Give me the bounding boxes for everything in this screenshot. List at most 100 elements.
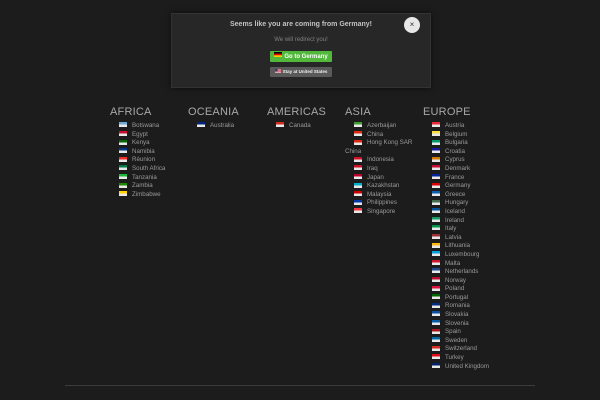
country-link[interactable]: Norway	[423, 277, 489, 286]
country-name: Italy	[445, 225, 457, 233]
flag-icon	[354, 208, 362, 214]
flag-icon	[432, 156, 440, 162]
country-link[interactable]: Belgium	[423, 131, 489, 140]
country-link[interactable]: Iceland	[423, 208, 489, 217]
country-link[interactable]: Lithuania	[423, 242, 489, 251]
country-link[interactable]: Latvia	[423, 234, 489, 243]
country-link[interactable]: United Kingdom	[423, 363, 489, 372]
country-name: Australia	[210, 122, 235, 129]
go-to-germany-button[interactable]: Go to Germany	[270, 51, 332, 62]
country-name: Ireland	[445, 216, 464, 224]
country-link[interactable]: Zimbabwe	[110, 191, 165, 200]
flag-icon	[432, 148, 440, 154]
country-link[interactable]: Romania	[423, 302, 489, 311]
country-link[interactable]: Slovenia	[423, 320, 489, 329]
column-oceania: OCEANIA Australia	[188, 104, 239, 131]
country-link[interactable]: France	[423, 174, 489, 183]
region-heading-africa: AFRICA	[110, 106, 152, 118]
flag-icon	[119, 182, 127, 188]
flag-icon	[432, 311, 440, 317]
country-link[interactable]: Cyprus	[423, 156, 489, 165]
country-name: Netherlands	[445, 268, 479, 276]
country-name: Germany	[445, 182, 471, 190]
country-link[interactable]: Malta	[423, 260, 489, 269]
go-button-label: Go to Germany	[284, 54, 328, 61]
country-link[interactable]: Sweden	[423, 337, 489, 346]
country-name: Azerbaijan	[367, 122, 397, 129]
country-link[interactable]: South Africa	[110, 165, 165, 174]
country-link[interactable]: Namibia	[110, 148, 165, 157]
country-link[interactable]: Denmark	[423, 165, 489, 174]
country-name: Botswana	[132, 122, 160, 129]
flag-icon	[197, 122, 205, 128]
flag-icon	[432, 345, 440, 351]
stay-button-label: Stay at United States	[282, 69, 328, 75]
flag-icon	[119, 173, 127, 179]
country-name: Poland	[445, 285, 465, 293]
country-link[interactable]: Tanzania	[110, 174, 165, 183]
country-link[interactable]: Azerbaijan	[345, 122, 412, 131]
country-link[interactable]: Austria	[423, 122, 489, 131]
country-link[interactable]: Luxembourg	[423, 251, 489, 260]
country-name: Switzerland	[445, 345, 477, 353]
country-name: Slovakia	[445, 311, 469, 319]
country-link[interactable]: Iraq	[345, 165, 412, 174]
country-link[interactable]: Malaysia	[345, 191, 412, 200]
country-name: Spain	[445, 328, 461, 336]
country-link[interactable]: Botswana	[110, 122, 165, 131]
country-link[interactable]: Germany	[423, 182, 489, 191]
country-link[interactable]: Hong Kong SAR	[345, 139, 412, 148]
flag-icon	[432, 242, 440, 248]
country-link[interactable]: Zambia	[110, 182, 165, 191]
country-link[interactable]: Italy	[423, 225, 489, 234]
country-name: Slovenia	[445, 319, 469, 327]
region-heading-oceania: OCEANIA	[188, 106, 239, 118]
column-europe: EUROPE Austria Belgium Bulgaria Croatia Cypr…	[423, 104, 489, 371]
country-link[interactable]: Croatia	[423, 148, 489, 157]
country-link[interactable]: Slovakia	[423, 311, 489, 320]
flag-icon	[432, 277, 440, 283]
region-heading-americas: AMERICAS	[267, 106, 327, 118]
country-link[interactable]: Réunion	[110, 156, 165, 165]
country-link[interactable]: Kenya	[110, 139, 165, 148]
country-name: Latvia	[445, 233, 462, 241]
country-link[interactable]: Greece	[423, 191, 489, 200]
country-name: Luxembourg	[445, 250, 480, 258]
country-name: Canada	[289, 122, 311, 129]
country-link[interactable]: Hungary	[423, 199, 489, 208]
flag-icon	[119, 191, 127, 197]
country-link[interactable]: Japan	[345, 174, 412, 183]
country-link[interactable]: Switzerland	[423, 345, 489, 354]
flag-icon	[354, 199, 362, 205]
country-link[interactable]: Kazakhstan	[345, 182, 412, 191]
country-link[interactable]: Turkey	[423, 354, 489, 363]
country-link[interactable]: Singapore	[345, 208, 412, 217]
close-modal-button[interactable]: ×	[404, 17, 420, 33]
region-heading-asia: ASIA	[345, 106, 371, 118]
country-link[interactable]: Spain	[423, 328, 489, 337]
country-link[interactable]: China	[345, 148, 412, 157]
flag-icon	[432, 191, 440, 197]
country-link[interactable]: Portugal	[423, 294, 489, 303]
country-link[interactable]: Canada	[267, 122, 326, 131]
flag-icon	[354, 156, 362, 162]
country-name: Philippines	[367, 199, 397, 207]
country-list-europe: Austria Belgium Bulgaria Croatia Cyprus Denma…	[423, 122, 489, 371]
country-name: Hungary	[445, 199, 469, 207]
country-name: Turkey	[445, 354, 464, 362]
country-link[interactable]: China	[345, 131, 412, 140]
flag-icon	[432, 199, 440, 205]
country-link[interactable]: Egypt	[110, 131, 165, 140]
country-link[interactable]: Bulgaria	[423, 139, 489, 148]
flag-icon	[432, 216, 440, 222]
country-link[interactable]: Poland	[423, 285, 489, 294]
stay-at-united-states-button[interactable]: Stay at United States	[270, 67, 332, 77]
flag-icon	[432, 182, 440, 188]
close-icon: ×	[409, 20, 415, 29]
country-link[interactable]: Indonesia	[345, 156, 412, 165]
redirect-modal: Seems like you are coming from Germany! …	[171, 13, 431, 88]
country-link[interactable]: Australia	[188, 122, 239, 131]
country-link[interactable]: Philippines	[345, 199, 412, 208]
country-link[interactable]: Netherlands	[423, 268, 489, 277]
country-link[interactable]: Ireland	[423, 217, 489, 226]
